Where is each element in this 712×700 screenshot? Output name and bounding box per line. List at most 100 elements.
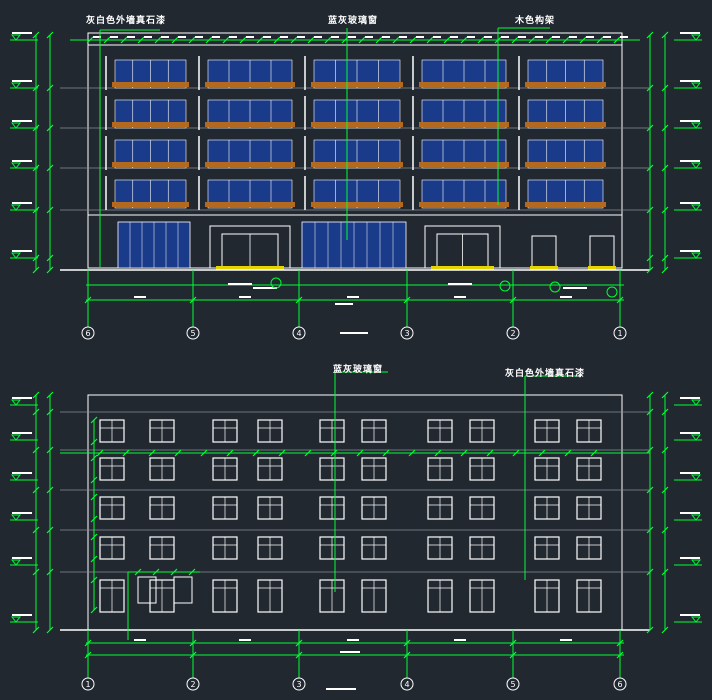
dim-total xyxy=(335,303,353,305)
dim-value xyxy=(347,639,359,641)
dim-value xyxy=(134,296,146,298)
level-left-3-triangle xyxy=(10,162,22,169)
dim-value xyxy=(399,36,407,38)
axis-bubble-front-4-label: 2 xyxy=(510,329,515,338)
level-right-0-triangle xyxy=(690,399,702,406)
side-door-0 xyxy=(531,235,557,269)
dim-value xyxy=(178,36,186,38)
level-left-2-triangle xyxy=(10,474,22,481)
floor-band xyxy=(419,202,509,207)
level-right-4-triangle xyxy=(690,559,702,566)
dim-value xyxy=(467,36,475,38)
dim-value xyxy=(586,36,594,38)
floor-band xyxy=(419,82,509,87)
level-left-0-triangle xyxy=(10,399,22,406)
dim-value xyxy=(382,36,390,38)
dim-value xyxy=(239,296,251,298)
level-left-4-triangle xyxy=(10,204,22,211)
callout-wood-frame-top: 木色构架 xyxy=(515,16,556,26)
dim-value xyxy=(560,296,572,298)
dim-value xyxy=(620,36,628,38)
dim-value xyxy=(212,36,220,38)
level-left-0-text xyxy=(12,32,32,34)
dim-value xyxy=(416,36,424,38)
floor-band xyxy=(311,162,403,167)
floor-band xyxy=(419,122,509,127)
level-left-1-triangle xyxy=(10,82,22,89)
level-right-2-triangle xyxy=(690,474,702,481)
callout-glass-window-top: 蓝灰玻璃窗 xyxy=(328,16,379,26)
level-left-1-text xyxy=(12,80,32,82)
detail-bubble-1 xyxy=(499,280,511,292)
elevation-drawing: 6 5 4 3 2 1 1 2 3 4 5 6 xyxy=(10,27,702,691)
level-left-1-triangle xyxy=(10,434,22,441)
dim-value xyxy=(195,36,203,38)
detail-bubble-0 xyxy=(270,277,282,289)
dim-value xyxy=(535,36,543,38)
dim-value xyxy=(263,36,271,38)
axis-bubble-front-3-label: 3 xyxy=(404,329,409,338)
front-elevation: 6 5 4 3 2 1 xyxy=(10,27,702,340)
level-right-1-text xyxy=(680,432,700,434)
axis-bubble-rear-2-label: 3 xyxy=(296,680,301,689)
dim-value xyxy=(454,639,466,641)
floor-band xyxy=(311,122,403,127)
level-right-5-text xyxy=(680,250,700,252)
axis-bubble-rear-3-label: 4 xyxy=(404,680,409,689)
axis-bubble-front-2-label: 4 xyxy=(296,329,301,338)
stair-window xyxy=(137,576,157,604)
dim-value xyxy=(347,296,359,298)
floor-band xyxy=(205,122,295,127)
level-right-4-triangle xyxy=(690,204,702,211)
level-left-0-triangle xyxy=(10,34,22,41)
level-right-3-triangle xyxy=(690,514,702,521)
level-left-3-text xyxy=(12,160,32,162)
dim-value xyxy=(501,36,509,38)
dim-value xyxy=(569,36,577,38)
level-left-5-triangle xyxy=(10,616,22,623)
level-left-2-triangle xyxy=(10,122,22,129)
level-left-1-text xyxy=(12,432,32,434)
level-right-0-text xyxy=(680,397,700,399)
floor-band xyxy=(112,122,189,127)
callout-wall-paint-top: 灰白色外墙真石漆 xyxy=(86,16,167,26)
dim-value xyxy=(246,36,254,38)
dim-value xyxy=(134,639,146,641)
drawing-title-rear xyxy=(326,688,356,690)
detail-bubble-3 xyxy=(606,286,618,298)
level-left-5-text xyxy=(12,614,32,616)
dim-value xyxy=(127,36,135,38)
side-door-1 xyxy=(589,235,615,269)
axis-bubble-rear-1-label: 2 xyxy=(190,680,195,689)
dim-value xyxy=(144,36,152,38)
level-left-4-text xyxy=(12,557,32,559)
dim-value xyxy=(484,36,492,38)
level-left-3-text xyxy=(12,512,32,514)
axis-bubble-rear-4-label: 5 xyxy=(510,680,515,689)
floor-band xyxy=(311,202,403,207)
level-right-1-text xyxy=(680,80,700,82)
callout-glass-window-bottom: 蓝灰玻璃窗 xyxy=(333,365,384,375)
level-left-2-text xyxy=(12,472,32,474)
axis-bubble-rear-5-label: 6 xyxy=(617,680,622,689)
dim-value xyxy=(433,36,441,38)
building-outline xyxy=(87,394,623,631)
rear-elevation: 1 2 3 4 5 6 xyxy=(10,371,702,691)
level-right-4-text xyxy=(680,202,700,204)
dim-value xyxy=(365,36,373,38)
level-right-2-triangle xyxy=(690,122,702,129)
floor-band xyxy=(205,202,295,207)
level-left-5-text xyxy=(12,250,32,252)
dim-value xyxy=(297,36,305,38)
level-right-1-triangle xyxy=(690,434,702,441)
level-left-2-text xyxy=(12,120,32,122)
floor-band xyxy=(419,162,509,167)
level-left-0-text xyxy=(12,397,32,399)
level-left-4-triangle xyxy=(10,559,22,566)
dim-value xyxy=(161,36,169,38)
level-left-4-text xyxy=(12,202,32,204)
axis-bubble-front-0-label: 6 xyxy=(85,329,90,338)
level-right-5-triangle xyxy=(690,616,702,623)
dim-value xyxy=(454,296,466,298)
stair-window xyxy=(173,576,193,604)
